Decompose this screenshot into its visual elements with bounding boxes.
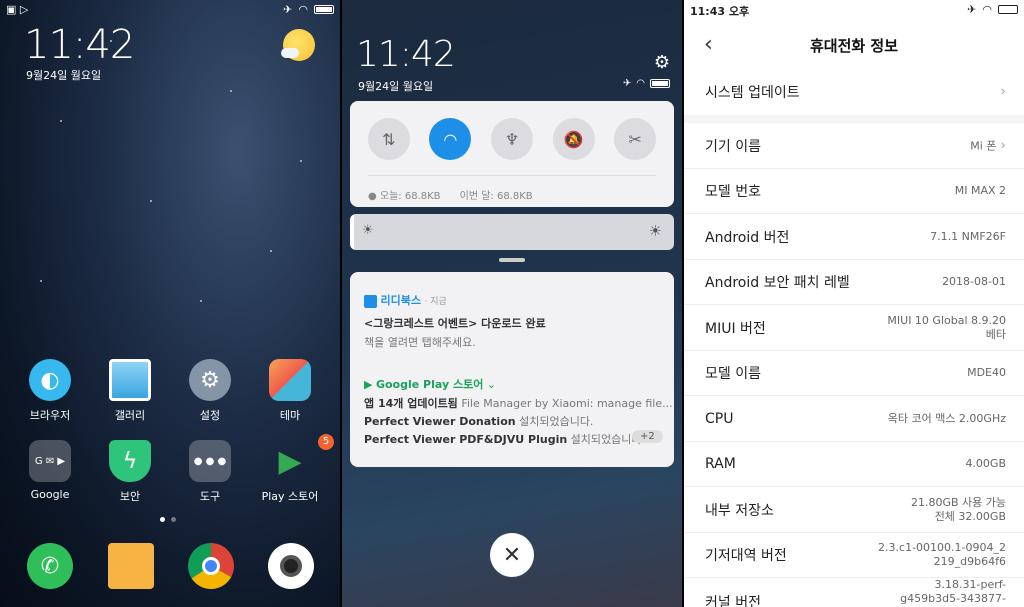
more-count-badge[interactable]: +2 xyxy=(632,430,663,443)
shade-date: 9월24일 월요일 xyxy=(358,80,434,93)
brightness-low-icon: ☀ xyxy=(362,223,374,238)
airplane-icon: ✈ xyxy=(622,78,632,89)
row-model-name[interactable]: 모델 이름 MDE40 xyxy=(684,350,1024,396)
screenshot-toggle[interactable]: ✂ xyxy=(614,118,657,160)
app-bar: ‹ 휴대전화 정보 xyxy=(684,24,1024,66)
chevron-right-icon: › xyxy=(1000,137,1006,153)
airplane-icon: ✈ xyxy=(967,3,977,16)
flashlight-toggle[interactable]: ♆ xyxy=(490,118,533,160)
wifi-icon: ◠ xyxy=(982,3,992,16)
wifi-icon: ◠ xyxy=(298,3,308,16)
tools-folder-icon: ● ● ● xyxy=(189,440,231,482)
shade-status-icons: ✈ ◠ xyxy=(623,78,670,89)
brightness-high-icon: ☀ xyxy=(648,222,662,240)
gallery-icon xyxy=(109,359,151,401)
settings-gear-icon[interactable]: ⚙ xyxy=(654,52,670,73)
app-browser[interactable]: ◐ 브라우저 xyxy=(10,359,90,423)
data-usage: ● 오늘: 68.8KB 이번 달: 68.8KB xyxy=(368,191,533,202)
chrome-icon[interactable] xyxy=(188,543,234,589)
app-settings[interactable]: ⚙ 설정 xyxy=(170,359,250,423)
phone-icon[interactable]: ✆ xyxy=(27,543,73,589)
notification-shade: 11:42 9월24일 월요일 ⚙ ✈ ◠ ⇅ ◠ ♆ 🔕 ✂ ● 오늘: 68.… xyxy=(342,0,682,607)
notification-icon: ▣ ▷ xyxy=(6,3,29,16)
gear-icon: ⚙ xyxy=(189,359,231,401)
date-label: 9월24일 월요일 xyxy=(26,69,102,82)
folder-google[interactable]: G ✉ ▶ Google xyxy=(10,440,90,501)
home-screen: ▣ ▷ ✈ ◠ 11:42 9월24일 월요일 ◐ 브라우저 갤러리 ⚙ 설정 테… xyxy=(0,0,340,607)
browser-icon: ◐ xyxy=(29,359,71,401)
app-themes[interactable]: 테마 xyxy=(250,359,330,423)
about-phone-screen: 11:43 오후 ✈ ◠ ‹ 휴대전화 정보 시스템 업데이트 › 기기 이름 Mi … xyxy=(684,0,1024,607)
shade-clock: 11:42 xyxy=(356,34,456,75)
airplane-icon: ✈ xyxy=(283,3,293,16)
app-security[interactable]: ϟ 보안 xyxy=(90,440,170,504)
row-model-number[interactable]: 모델 번호 MI MAX 2 xyxy=(684,168,1024,214)
ridibooks-icon xyxy=(364,294,377,308)
chevron-down-icon[interactable]: ⌄ xyxy=(487,378,496,391)
shield-icon: ϟ xyxy=(109,440,151,482)
row-android-version[interactable]: Android 버전 7.1.1 NMF26F xyxy=(684,214,1024,260)
status-bar: 11:43 오후 ✈ ◠ xyxy=(690,3,1018,19)
row-cpu[interactable]: CPU 옥타 코어 맥스 2.00GHz xyxy=(684,396,1024,442)
notification-list: 리디북스 · 지금 <그랑크레스트 어벤트> 다운로드 완료 책을 열려면 탭해… xyxy=(350,272,674,467)
row-security-patch[interactable]: Android 보안 패치 레벨 2018-08-01 xyxy=(684,259,1024,305)
folder-tools[interactable]: ● ● ● 도구 xyxy=(170,440,250,504)
drag-handle[interactable] xyxy=(499,258,525,262)
app-play-store[interactable]: ▶ 5 Play 스토어 xyxy=(250,434,334,504)
messages-icon[interactable] xyxy=(108,543,154,589)
notification-badge: 5 xyxy=(318,434,334,450)
themes-icon xyxy=(269,359,311,401)
row-ram[interactable]: RAM 4.00GB xyxy=(684,441,1024,487)
row-system-update[interactable]: 시스템 업데이트 › xyxy=(684,69,1024,115)
page-indicator xyxy=(160,517,176,522)
battery-icon xyxy=(998,5,1018,14)
wifi-toggle[interactable]: ◠ xyxy=(429,118,472,160)
brightness-slider[interactable]: ☀ ☀ xyxy=(350,214,674,250)
camera-icon[interactable] xyxy=(268,543,314,589)
play-store-icon: ▶ xyxy=(364,378,373,391)
battery-icon xyxy=(314,5,334,14)
google-folder-icon: G ✉ ▶ xyxy=(29,440,71,482)
clear-all-button[interactable]: ✕ xyxy=(490,533,534,577)
clock-widget[interactable]: 11:42 xyxy=(24,22,135,68)
row-baseband-version[interactable]: 기저대역 버전 2.3.c1-00100.1-0904_2 219_d9b64f6 xyxy=(684,532,1024,578)
mobile-data-toggle[interactable]: ⇅ xyxy=(367,118,410,160)
chevron-right-icon: › xyxy=(1000,83,1006,100)
status-bar: ▣ ▷ ✈ ◠ xyxy=(6,3,334,19)
row-internal-storage[interactable]: 내부 저장소 21.80GB 사용 가능 전체 32.00GB xyxy=(684,487,1024,533)
page-title: 휴대전화 정보 xyxy=(809,37,899,55)
app-gallery[interactable]: 갤러리 xyxy=(90,359,170,423)
play-store-icon: ▶ 5 xyxy=(269,434,334,482)
row-device-name[interactable]: 기기 이름 Mi 폰 › xyxy=(684,123,1024,169)
quick-settings-panel: ⇅ ◠ ♆ 🔕 ✂ ● 오늘: 68.8KB 이번 달: 68.8KB xyxy=(350,101,674,207)
mute-toggle[interactable]: 🔕 xyxy=(552,118,595,160)
row-miui-version[interactable]: MIUI 버전 MIUI 10 Global 8.9.20 베타 xyxy=(684,305,1024,351)
battery-icon xyxy=(650,79,670,88)
wifi-icon: ◠ xyxy=(636,78,645,89)
row-kernel-version[interactable]: 커널 버전 3.18.31-perf-g459b3d5-343877- xyxy=(684,578,1024,607)
